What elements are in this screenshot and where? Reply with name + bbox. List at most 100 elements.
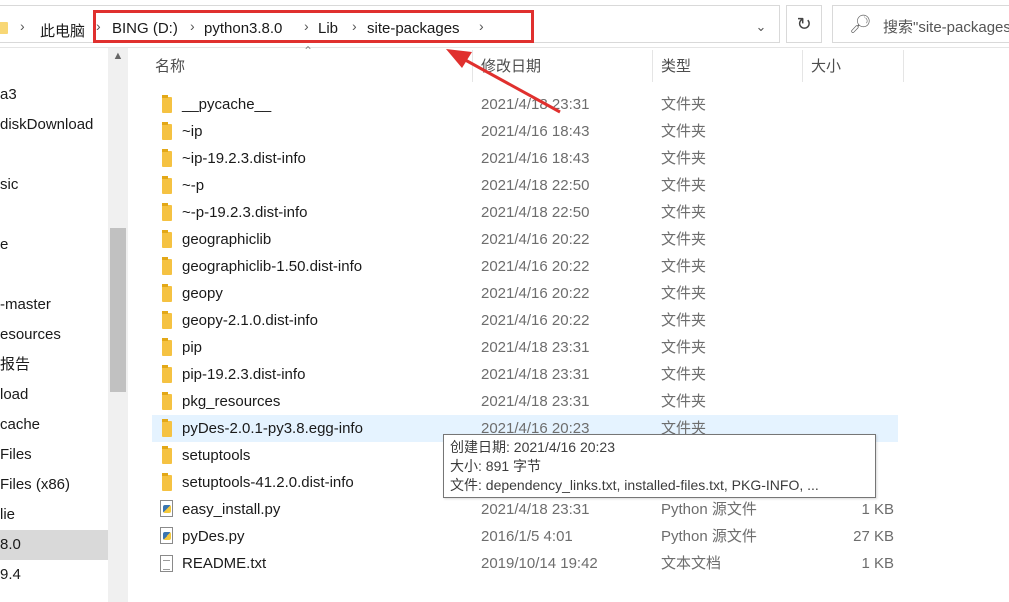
file-date: 2021/4/16 20:22	[481, 312, 590, 329]
file-size: 1 KB	[861, 501, 894, 518]
file-name: ~ip-19.2.3.dist-info	[182, 150, 306, 167]
folder-icon	[162, 284, 172, 302]
folder-icon	[162, 392, 172, 410]
file-type: Python 源文件	[661, 501, 757, 518]
chevron-right-icon[interactable]: ›	[20, 18, 25, 34]
file-name: ~-p-19.2.3.dist-info	[182, 204, 308, 221]
nav-item[interactable]: lie	[0, 500, 110, 530]
refresh-icon: ↻	[796, 14, 812, 34]
file-row[interactable]: pkg_resources 2021/4/18 23:31 文件夹	[152, 388, 898, 415]
search-icon: 🔍︎	[849, 14, 872, 34]
file-type: 文件夹	[661, 150, 707, 167]
column-divider[interactable]	[652, 50, 653, 82]
nav-item[interactable]: Files (x86)	[0, 470, 110, 500]
file-row[interactable]: easy_install.py 2021/4/18 23:31 Python 源文件…	[152, 496, 898, 523]
file-date: 2021/4/18 23:31	[481, 366, 590, 383]
file-row[interactable]: geographiclib 2021/4/16 20:22 文件夹	[152, 226, 898, 253]
nav-item[interactable]: esources	[0, 320, 110, 350]
file-row[interactable]: pip 2021/4/18 23:31 文件夹	[152, 334, 898, 361]
file-name: README.txt	[182, 555, 267, 572]
tooltip-created: 创建日期: 2021/4/16 20:23	[450, 439, 615, 455]
file-row[interactable]: geographiclib-1.50.dist-info 2021/4/16 20…	[152, 253, 898, 280]
column-header-size[interactable]: 大小	[811, 55, 841, 81]
refresh-button[interactable]: ↻	[786, 5, 822, 43]
nav-item[interactable]: e	[0, 230, 110, 260]
nav-item[interactable]: Files	[0, 440, 110, 470]
file-type: 文件夹	[661, 312, 707, 329]
file-row[interactable]: geopy 2021/4/16 20:22 文件夹	[152, 280, 898, 307]
column-divider[interactable]	[903, 50, 904, 82]
file-row[interactable]: ~-p 2021/4/18 22:50 文件夹	[152, 172, 898, 199]
file-row[interactable]: geopy-2.1.0.dist-info 2021/4/16 20:22 文件夹	[152, 307, 898, 334]
chevron-down-icon[interactable]: ⌄	[748, 19, 774, 41]
folder-icon	[162, 122, 172, 140]
folder-icon	[162, 365, 172, 383]
file-type: 文件夹	[661, 366, 707, 383]
nav-scrollbar[interactable]: ▲	[108, 48, 128, 602]
tooltip-files: 文件: dependency_links.txt, installed-file…	[450, 477, 819, 493]
column-divider[interactable]	[472, 50, 473, 82]
file-tooltip: 创建日期: 2021/4/16 20:23 大小: 891 字节 文件: dep…	[443, 434, 876, 498]
chevron-up-icon[interactable]: ▲	[108, 50, 128, 62]
file-date: 2021/4/18 23:31	[481, 393, 590, 410]
nav-item[interactable]: 报告	[0, 350, 110, 380]
file-name: ~ip	[182, 123, 203, 140]
file-type: 文件夹	[661, 123, 707, 140]
nav-item[interactable]: cache	[0, 410, 110, 440]
file-date: 2021/4/18 23:31	[481, 96, 590, 113]
nav-item[interactable]: sic	[0, 170, 110, 200]
nav-item-selected[interactable]: 8.0	[0, 530, 110, 560]
file-row[interactable]: ~ip 2021/4/16 18:43 文件夹	[152, 118, 898, 145]
file-date: 2021/4/16 18:43	[481, 150, 590, 167]
file-date: 2021/4/18 22:50	[481, 204, 590, 221]
folder-icon	[162, 203, 172, 221]
file-type: 文件夹	[661, 258, 707, 275]
file-name: pip	[182, 339, 203, 356]
file-name: __pycache__	[182, 96, 272, 113]
file-row[interactable]: pip-19.2.3.dist-info 2021/4/18 23:31 文件夹	[152, 361, 898, 388]
file-type: 文件夹	[661, 393, 707, 410]
scrollbar-thumb[interactable]	[110, 228, 126, 392]
file-date: 2021/4/18 23:31	[481, 339, 590, 356]
nav-item[interactable]: load	[0, 380, 110, 410]
file-name: geographiclib-1.50.dist-info	[182, 258, 363, 275]
column-header-name[interactable]: 名称	[155, 55, 185, 81]
folder-icon	[162, 311, 172, 329]
file-type: 文件夹	[661, 339, 707, 356]
text-file-icon	[160, 555, 173, 572]
file-type: 文本文档	[661, 555, 722, 572]
file-type: 文件夹	[661, 177, 707, 194]
nav-item[interactable]: a3	[0, 80, 110, 110]
file-date: 2021/4/16 20:22	[481, 231, 590, 248]
nav-item[interactable]: -master	[0, 290, 110, 320]
file-type: Python 源文件	[661, 528, 757, 545]
search-placeholder: 搜索"site-packages"	[883, 19, 1009, 36]
file-name: pkg_resources	[182, 393, 281, 410]
folder-icon	[162, 176, 172, 194]
breadcrumb-this-pc[interactable]: 此电脑	[40, 20, 85, 41]
folder-icon	[162, 257, 172, 275]
folder-icon	[162, 95, 172, 113]
folder-icon	[162, 473, 172, 491]
file-date: 2016/1/5 4:01	[481, 528, 573, 545]
file-row[interactable]: ~ip-19.2.3.dist-info 2021/4/16 18:43 文件夹	[152, 145, 898, 172]
file-row[interactable]: README.txt 2019/10/14 19:42 文本文档 1 KB	[152, 550, 898, 577]
tooltip-size: 大小: 891 字节	[450, 458, 542, 474]
column-divider[interactable]	[802, 50, 803, 82]
sort-ascending-icon: ⌃	[303, 44, 314, 58]
file-name: geopy-2.1.0.dist-info	[182, 312, 318, 329]
column-header-date[interactable]: 修改日期	[481, 55, 541, 81]
file-row[interactable]: __pycache__ 2021/4/18 23:31 文件夹	[152, 91, 898, 118]
file-row[interactable]: ~-p-19.2.3.dist-info 2021/4/18 22:50 文件夹	[152, 199, 898, 226]
file-date: 2019/10/14 19:42	[481, 555, 598, 572]
file-name: ~-p	[182, 177, 205, 194]
file-date: 2021/4/18 22:50	[481, 177, 590, 194]
column-header-type[interactable]: 类型	[661, 55, 691, 81]
file-name: setuptools	[182, 447, 251, 464]
search-input[interactable]: 🔍︎ 搜索"site-packages"	[832, 5, 1009, 43]
file-name: setuptools-41.2.0.dist-info	[182, 474, 354, 491]
nav-item[interactable]: 9.4	[0, 560, 110, 590]
nav-item[interactable]: diskDownload	[0, 110, 110, 140]
file-row[interactable]: pyDes.py 2016/1/5 4:01 Python 源文件 27 KB	[152, 523, 898, 550]
python-file-icon	[160, 527, 173, 544]
